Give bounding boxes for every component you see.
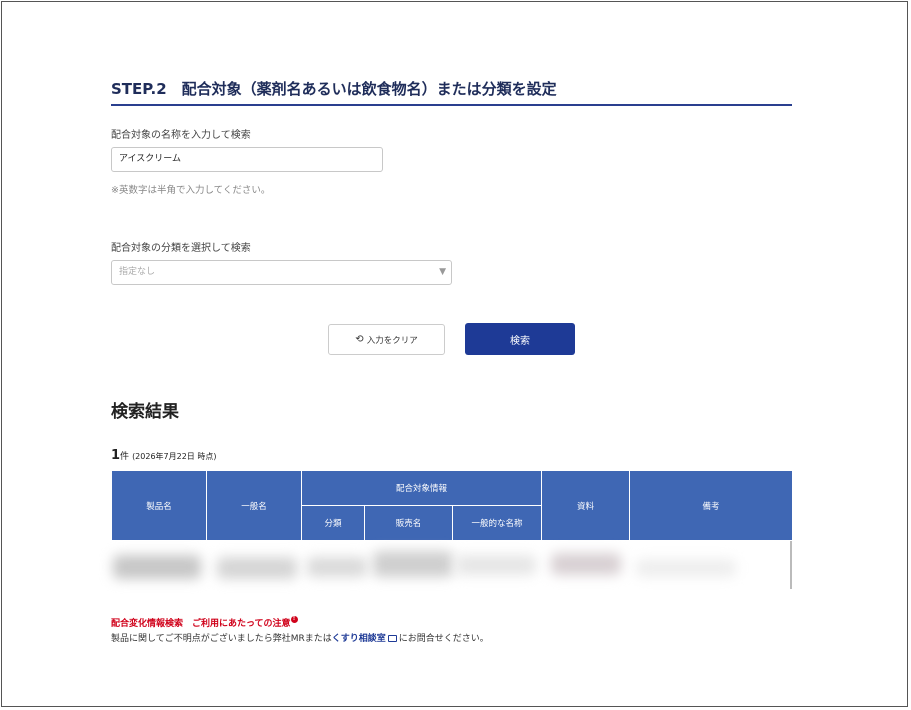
col-remarks: 備考	[629, 470, 794, 541]
result-count-unit: 件	[120, 452, 130, 462]
window-icon	[387, 635, 397, 642]
caution-link[interactable]: 配合変化情報検索 ご利用にあたっての注意!	[111, 616, 298, 629]
contact-note: 製品に関してご不明点がございましたら弊社MRまたはくすり相談室 にお問合せください…	[111, 631, 489, 644]
result-count-number: 1	[111, 448, 121, 463]
blurred-cell	[217, 557, 297, 579]
caution-text: 配合変化情報検索 ご利用にあたっての注意	[111, 619, 291, 629]
consult-link[interactable]: くすり相談室	[332, 634, 386, 644]
results-table: 製品名 一般名 配合対象情報 資料 備考 分類 販売名 一般的な名称	[111, 470, 794, 541]
table-edge	[790, 541, 792, 589]
page-frame	[1, 1, 908, 707]
col-product: 製品名	[111, 470, 207, 541]
blurred-cell	[307, 557, 367, 577]
contact-prefix: 製品に関してご不明点がございましたら弊社MRまたは	[111, 634, 332, 644]
blurred-cell	[113, 555, 201, 579]
col-generic: 一般名	[206, 470, 302, 541]
col-general-name: 一般的な名称	[451, 505, 543, 541]
search-button[interactable]: 検索	[465, 323, 575, 355]
contact-suffix: にお問合せください。	[398, 634, 489, 644]
clear-button[interactable]: ⟲ 入力をクリア	[328, 324, 445, 355]
col-category: 分類	[301, 505, 365, 541]
caret-down-icon: ▼	[439, 267, 446, 277]
alert-icon: !	[290, 616, 298, 623]
result-date-note: (2026年7月22日 時点)	[132, 452, 217, 461]
name-search-input[interactable]: アイスクリーム	[111, 147, 383, 172]
blurred-cell	[373, 551, 453, 577]
col-target-info: 配合対象情報	[300, 470, 543, 506]
table-row	[111, 541, 792, 590]
category-select-value: 指定なし	[119, 267, 156, 277]
clear-button-label: 入力をクリア	[366, 335, 418, 346]
name-search-label: 配合対象の名称を入力して検索	[111, 130, 251, 141]
input-note: ※英数字は半角で入力してください。	[111, 185, 271, 196]
col-materials: 資料	[541, 470, 631, 541]
blurred-cell	[636, 559, 736, 577]
category-search-label: 配合対象の分類を選択して検索	[111, 243, 251, 254]
blurred-cell	[456, 555, 536, 575]
col-brand: 販売名	[364, 505, 453, 541]
blurred-cell	[551, 553, 621, 575]
category-select[interactable]: 指定なし ▼	[111, 260, 452, 285]
results-title: 検索結果	[111, 402, 179, 422]
result-count: 1件 (2026年7月22日 時点)	[111, 444, 216, 463]
step-title: STEP.2 配合対象（薬剤名あるいは飲食物名）または分類を設定	[111, 78, 792, 106]
refresh-icon: ⟲	[355, 334, 364, 345]
